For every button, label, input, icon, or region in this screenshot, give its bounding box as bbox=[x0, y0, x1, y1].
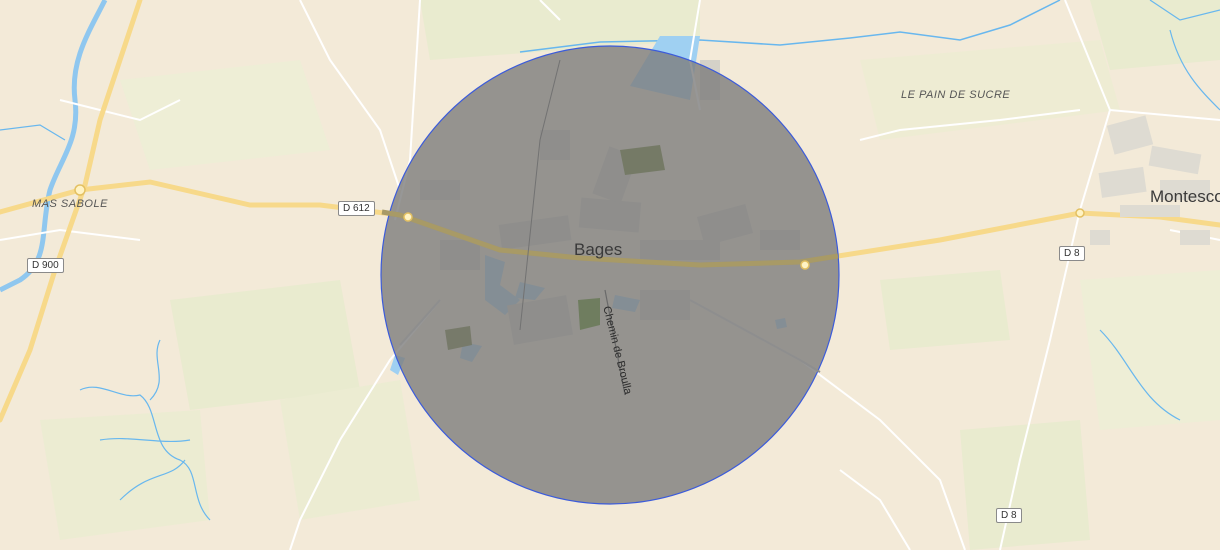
locality-label-le-pain-de-sucre: LE PAIN DE SUCRE bbox=[901, 89, 1011, 101]
road-shield-d8-south: D 8 bbox=[996, 508, 1022, 523]
radius-overlay-circle[interactable] bbox=[380, 45, 840, 505]
road-shield-d8-north: D 8 bbox=[1059, 246, 1085, 261]
locality-label-mas-sabole: MAS SABOLE bbox=[32, 198, 108, 210]
road-shield-d900: D 900 bbox=[27, 258, 64, 273]
map-view[interactable]: Bages Montesco MAS SABOLE LE PAIN DE SUC… bbox=[0, 0, 1220, 550]
map-canvas bbox=[0, 0, 1220, 550]
town-label-bages: Bages bbox=[574, 240, 623, 259]
road-shield-d612: D 612 bbox=[338, 201, 375, 216]
town-label-montescot: Montesco bbox=[1150, 187, 1220, 206]
